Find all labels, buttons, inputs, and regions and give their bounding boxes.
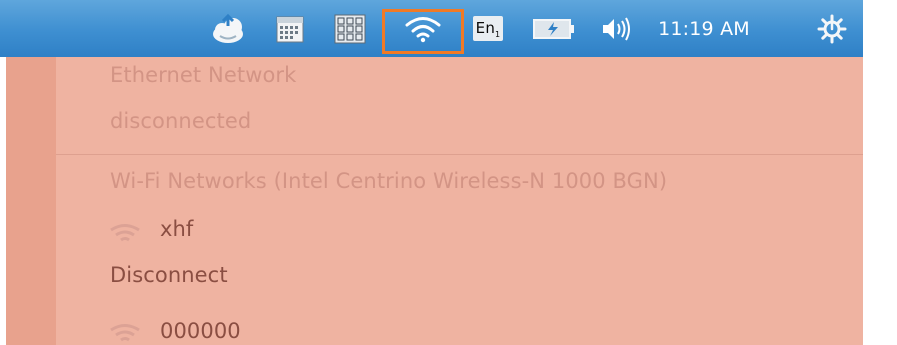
speaker-icon[interactable] [598,0,634,57]
selection-highlight [382,9,464,54]
menu-left-strip [6,57,56,345]
top-panel: En1 11:19 AM [0,0,863,57]
clock-label: 11:19 AM [658,17,750,40]
keypad-icon[interactable] [330,0,370,57]
wifi-header: Wi-Fi Networks (Intel Centrino Wireless-… [110,169,668,193]
power-gear-icon[interactable] [812,0,852,57]
cloud-sync-icon[interactable] [204,0,252,57]
menu-separator [56,154,863,155]
wifi-signal-icon [110,324,140,342]
clock[interactable]: 11:19 AM [642,0,766,57]
ethernet-status: disconnected [110,109,252,133]
battery-charging-icon[interactable] [526,0,582,57]
keyboard-layout-label: En1 [472,16,504,41]
wifi-signal-icon [110,224,140,242]
network-ssid: xhf [160,217,194,241]
calendar-icon[interactable] [270,0,310,57]
network-indicator[interactable] [382,0,464,57]
network-menu: Ethernet Network disconnected Wi-Fi Netw… [6,57,863,345]
ethernet-header: Ethernet Network [110,63,297,87]
disconnect-button[interactable]: Disconnect [110,263,228,287]
network-ssid: 000000 [160,319,241,343]
keyboard-layout-indicator[interactable]: En1 [466,0,510,57]
